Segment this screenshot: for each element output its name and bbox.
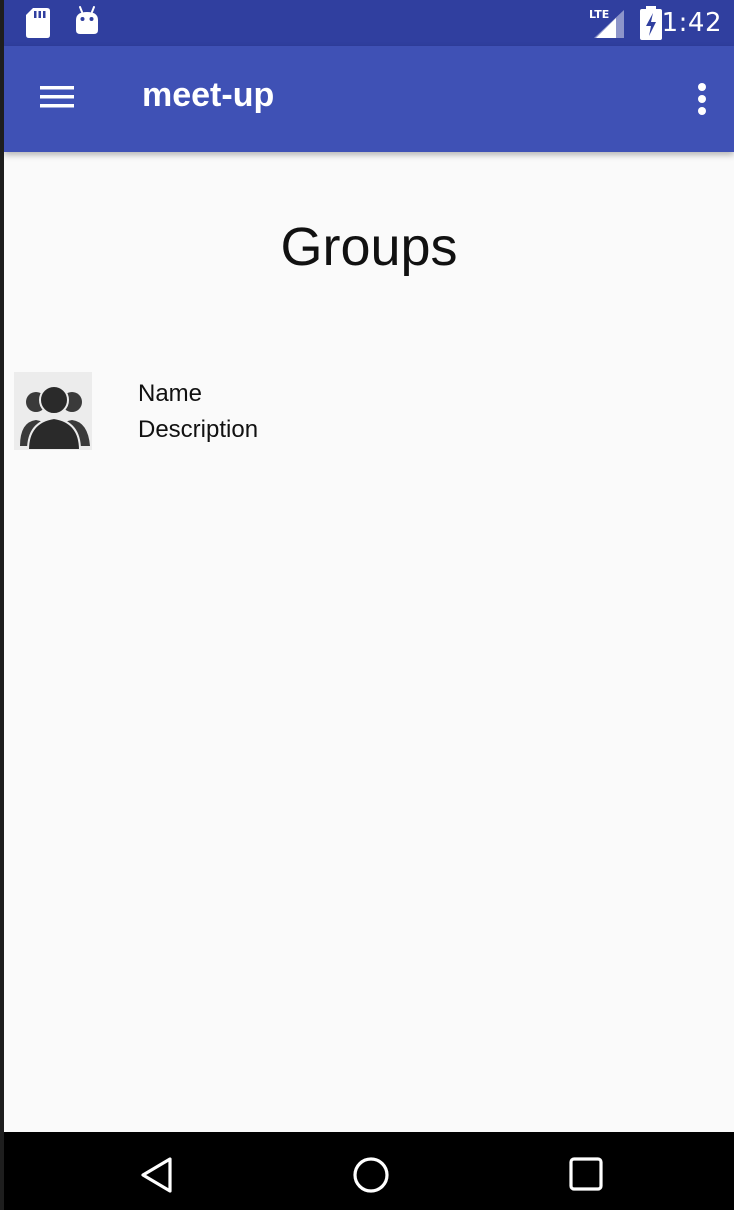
app-screen: LTE 1:42 meet-up Groups Name Description <box>4 0 734 1210</box>
menu-icon <box>40 86 74 108</box>
battery-charging-icon <box>640 6 662 40</box>
home-icon <box>353 1157 389 1193</box>
back-icon <box>141 1157 172 1193</box>
overflow-menu-button[interactable] <box>692 80 712 120</box>
sd-card-icon <box>26 8 50 38</box>
recents-icon <box>569 1157 603 1191</box>
group-avatar <box>14 372 92 451</box>
more-vert-icon <box>698 83 706 115</box>
page-title: Groups <box>280 217 458 277</box>
back-button[interactable] <box>140 1156 174 1199</box>
group-icon <box>20 385 90 451</box>
status-time: 1:42 <box>661 8 722 38</box>
status-bar: LTE 1:42 <box>4 0 734 46</box>
group-name: Name <box>138 380 203 407</box>
group-description: Description <box>138 416 259 443</box>
app-title: meet-up <box>142 76 275 114</box>
recents-button[interactable] <box>568 1156 604 1197</box>
signal-icon <box>594 10 624 38</box>
home-button[interactable] <box>352 1156 390 1199</box>
navigation-bar <box>4 1132 734 1210</box>
app-bar: meet-up <box>4 46 734 152</box>
android-icon <box>76 6 98 34</box>
menu-button[interactable] <box>38 82 78 112</box>
group-list-item[interactable]: Name Description <box>4 372 734 454</box>
